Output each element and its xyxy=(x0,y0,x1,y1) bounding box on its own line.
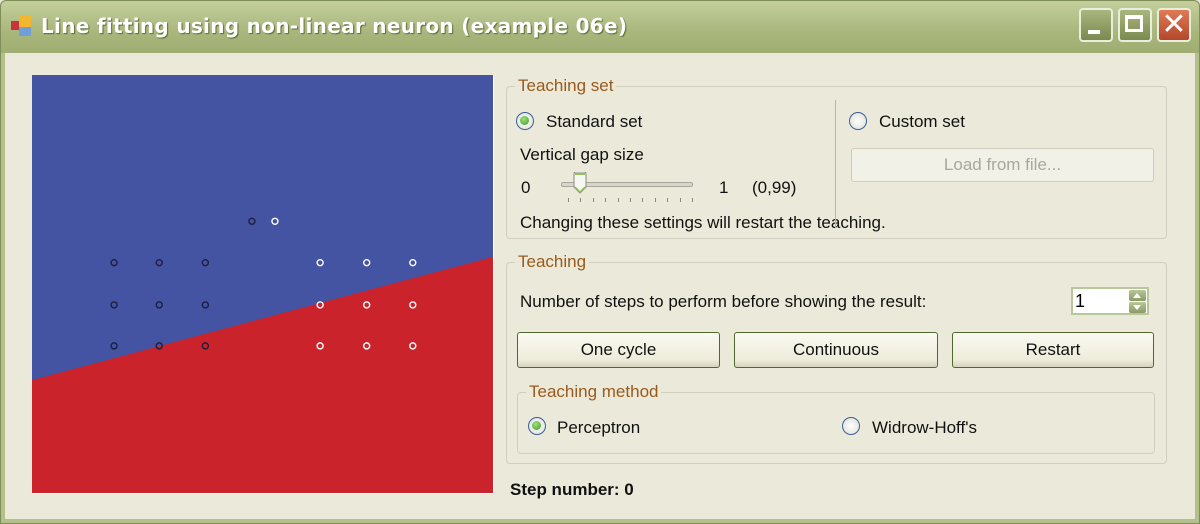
close-icon: ✕ xyxy=(1161,7,1187,42)
minimize-button[interactable] xyxy=(1079,8,1113,42)
perceptron-label: Perceptron xyxy=(557,418,641,437)
teaching-set-label: Teaching set xyxy=(515,76,617,96)
perceptron-radio[interactable] xyxy=(528,417,546,435)
custom-set-label: Custom set xyxy=(879,112,965,131)
maximize-button[interactable] xyxy=(1118,8,1152,42)
title-bar[interactable]: Line fitting using non-linear neuron (ex… xyxy=(1,1,1199,53)
standard-set-radio[interactable] xyxy=(516,112,534,130)
slider-tick xyxy=(592,198,594,202)
one-cycle-button[interactable]: One cycle xyxy=(517,332,720,368)
restart-note: Changing these settings will restart the… xyxy=(520,213,886,232)
slider-value-label: (0,99) xyxy=(752,178,797,197)
slider-tick xyxy=(692,198,693,202)
slider-max-label: 1 xyxy=(719,178,729,197)
spin-up-icon[interactable] xyxy=(1129,290,1146,301)
vertical-gap-slider-thumb[interactable] xyxy=(573,172,587,194)
widrow-hoff-radio[interactable] xyxy=(842,417,860,435)
teaching-label: Teaching xyxy=(515,252,590,272)
close-button[interactable]: ✕ xyxy=(1157,7,1191,42)
steps-input[interactable] xyxy=(1075,290,1123,312)
slider-tick xyxy=(605,198,607,202)
set-separator xyxy=(835,100,836,228)
step-number: Step number: 0 xyxy=(510,480,634,499)
standard-set-label: Standard set xyxy=(546,112,643,131)
vertical-gap-label: Vertical gap size xyxy=(520,145,644,164)
plot-svg xyxy=(32,75,493,493)
steps-label: Number of steps to perform before showin… xyxy=(520,292,927,311)
slider-min-label: 0 xyxy=(521,178,531,197)
restart-button[interactable]: Restart xyxy=(952,332,1154,368)
load-from-file-button[interactable]: Load from file... xyxy=(851,148,1154,182)
custom-set-radio[interactable] xyxy=(849,112,867,130)
teaching-method-label: Teaching method xyxy=(526,382,662,402)
slider-tick xyxy=(580,198,582,202)
steps-spinbox[interactable] xyxy=(1071,287,1149,315)
spin-down-icon[interactable] xyxy=(1129,302,1146,313)
slider-tick xyxy=(617,198,619,202)
slider-tick xyxy=(568,198,569,202)
slider-tick xyxy=(667,198,669,202)
slider-tick xyxy=(679,198,681,202)
widrow-hoff-label: Widrow-Hoff's xyxy=(872,418,977,437)
continuous-button[interactable]: Continuous xyxy=(734,332,938,368)
app-icon xyxy=(11,15,33,37)
slider-tick xyxy=(642,198,644,202)
slider-tick xyxy=(654,198,656,202)
plot-canvas xyxy=(32,75,494,494)
window-title: Line fitting using non-linear neuron (ex… xyxy=(41,14,628,38)
slider-tick xyxy=(630,198,631,202)
